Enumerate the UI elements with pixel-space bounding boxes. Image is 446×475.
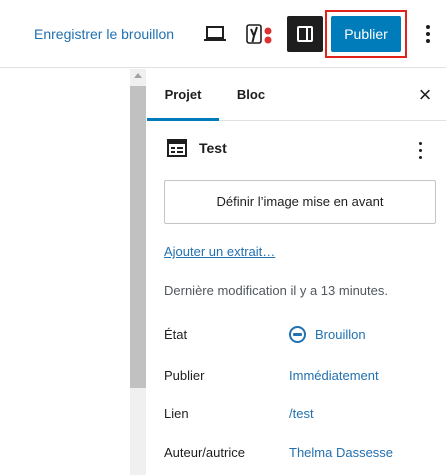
- tab-projet[interactable]: Projet: [147, 69, 219, 121]
- status-label: État: [164, 327, 188, 342]
- author-label: Auteur/autrice: [164, 445, 245, 460]
- author-value[interactable]: Thelma Dassesse: [289, 445, 393, 460]
- preview-button[interactable]: [203, 24, 227, 44]
- tab-bloc[interactable]: Bloc: [227, 69, 275, 121]
- laptop-icon: [204, 26, 226, 41]
- publish-date-label: Publier: [164, 368, 205, 383]
- settings-sidebar: Projet Bloc × Test Définir l’image mise …: [147, 69, 446, 475]
- editor-canvas: [0, 69, 146, 475]
- close-icon[interactable]: ×: [415, 84, 435, 106]
- scrollbar-thumb[interactable]: [130, 86, 146, 388]
- add-excerpt-link[interactable]: Ajouter un extrait…: [164, 244, 275, 259]
- editor-header: Enregistrer le brouillon Publier: [0, 0, 446, 68]
- link-label: Lien: [164, 406, 189, 421]
- link-value[interactable]: /test: [289, 406, 314, 421]
- publish-button[interactable]: Publier: [331, 16, 401, 52]
- more-options-button[interactable]: [418, 22, 438, 46]
- post-actions-button[interactable]: [415, 138, 427, 162]
- set-featured-image-button[interactable]: Définir l’image mise en avant: [164, 180, 436, 224]
- draft-status-icon: [289, 326, 306, 343]
- publish-date-value[interactable]: Immédiatement: [289, 368, 379, 383]
- scroll-up-arrow[interactable]: [134, 73, 142, 78]
- yoast-seo-button[interactable]: [245, 22, 275, 48]
- sidebar-toggle-icon: [297, 26, 313, 42]
- last-modified-text: Dernière modification il y a 13 minutes.: [164, 283, 388, 298]
- post-title: Test: [199, 140, 227, 156]
- save-draft-button[interactable]: Enregistrer le brouillon: [34, 26, 174, 42]
- yoast-seo-icon: [246, 24, 272, 44]
- document-layout-icon: [167, 139, 187, 157]
- sidebar-tabs: Projet Bloc ×: [147, 69, 446, 121]
- settings-toggle-button[interactable]: [287, 16, 323, 52]
- post-summary: Test: [147, 122, 446, 180]
- status-value[interactable]: Brouillon: [315, 327, 366, 342]
